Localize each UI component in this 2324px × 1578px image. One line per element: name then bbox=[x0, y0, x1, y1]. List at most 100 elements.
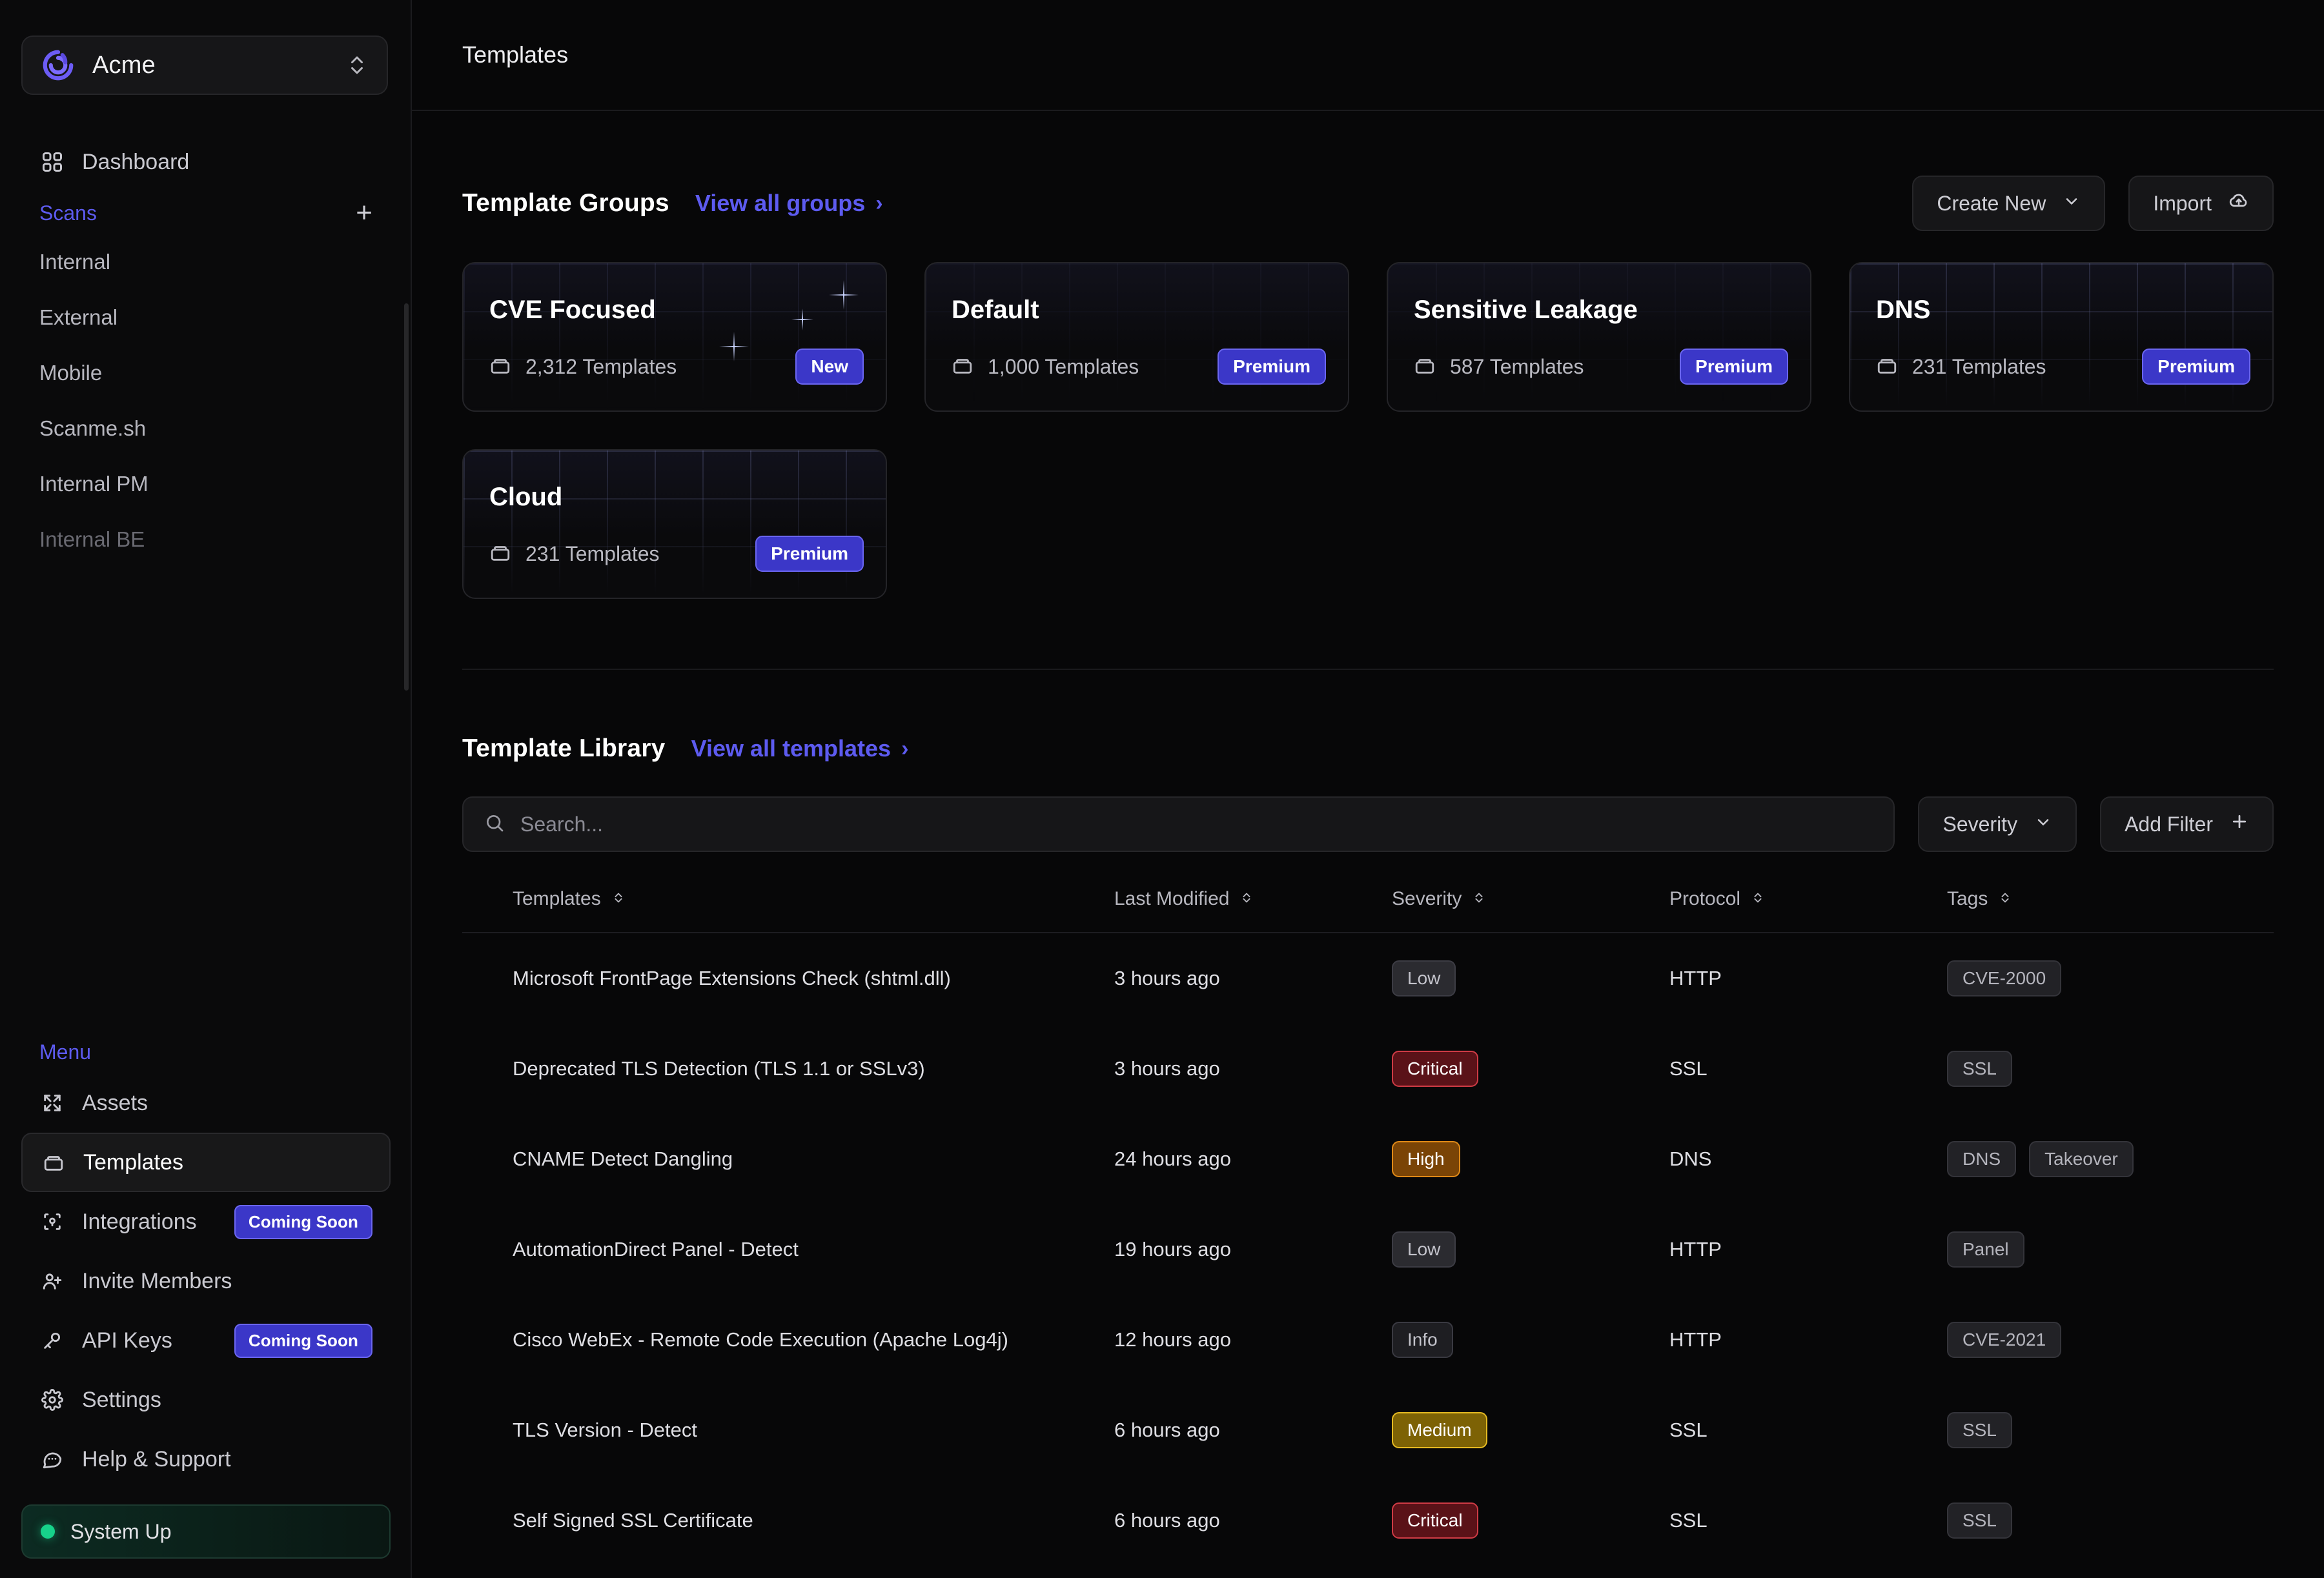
templates-table: Templates Last Modified Severity Protoco… bbox=[462, 888, 2274, 1566]
group-footer: 231 Templates Premium bbox=[1876, 349, 2250, 385]
template-group-card[interactable]: CVE Focused 2,312 Templates New bbox=[462, 262, 887, 412]
group-template-count: 231 Templates bbox=[1912, 354, 2046, 378]
tag-badge[interactable]: Takeover bbox=[2029, 1141, 2134, 1177]
group-name: Cloud bbox=[489, 483, 563, 511]
cell-last-modified: 12 hours ago bbox=[1114, 1328, 1231, 1351]
table-body: Microsoft FrontPage Extensions Check (sh… bbox=[462, 933, 2274, 1566]
sidebar-item-label: Settings bbox=[82, 1387, 161, 1412]
column-header-templates[interactable]: Templates bbox=[462, 888, 1114, 933]
plus-icon[interactable]: + bbox=[356, 199, 372, 227]
cell-severity: Medium bbox=[1392, 1385, 1669, 1475]
org-name: Acme bbox=[92, 51, 156, 79]
scan-label: Internal bbox=[39, 250, 111, 274]
table-row[interactable]: Deprecated TLS Detection (TLS 1.1 or SSL… bbox=[462, 1024, 2274, 1114]
cell-severity: Critical bbox=[1392, 1024, 1669, 1114]
table-row[interactable]: TLS Version - Detect 6 hours ago Medium SSL… bbox=[462, 1385, 2274, 1475]
cell-tags: DNS Takeover bbox=[1947, 1114, 2274, 1204]
import-button[interactable]: Import bbox=[2128, 176, 2274, 231]
sidebar-item-internal-be[interactable]: Internal BE bbox=[21, 512, 391, 567]
status-dot-icon bbox=[41, 1524, 55, 1539]
sidebar-item-help-support[interactable]: Help & Support bbox=[21, 1430, 391, 1489]
view-all-templates-link[interactable]: View all templates › bbox=[691, 735, 909, 762]
column-header-tags[interactable]: Tags bbox=[1947, 888, 2274, 933]
column-label: Protocol bbox=[1669, 888, 1741, 909]
view-all-groups-link[interactable]: View all groups › bbox=[695, 190, 883, 217]
sidebar-item-internal[interactable]: Internal bbox=[21, 234, 391, 290]
sort-icon bbox=[1472, 888, 1486, 910]
group-badge: Premium bbox=[1218, 349, 1326, 385]
sidebar-item-mobile[interactable]: Mobile bbox=[21, 345, 391, 401]
create-new-button[interactable]: Create New bbox=[1912, 176, 2106, 231]
severity-badge: Medium bbox=[1392, 1412, 1487, 1448]
sidebar-item-api-keys[interactable]: API Keys Coming Soon bbox=[21, 1311, 391, 1370]
severity-filter-button[interactable]: Severity bbox=[1918, 796, 2077, 852]
template-library-title: Template Library bbox=[462, 734, 666, 762]
card-grid-pattern bbox=[464, 450, 886, 598]
page-title: Templates bbox=[462, 41, 569, 68]
chat-icon bbox=[39, 1446, 65, 1472]
column-label: Tags bbox=[1947, 888, 1988, 909]
library-filters: Severity Add Filter bbox=[462, 796, 2274, 852]
search-box[interactable] bbox=[462, 796, 1895, 852]
table-row[interactable]: CNAME Detect Dangling 24 hours ago High DNS… bbox=[462, 1114, 2274, 1204]
scan-label: Internal BE bbox=[39, 527, 145, 551]
sidebar-item-assets[interactable]: Assets bbox=[21, 1073, 391, 1133]
table-header: Templates Last Modified Severity Protoco… bbox=[462, 888, 2274, 933]
box-icon bbox=[1414, 354, 1436, 379]
group-template-count: 231 Templates bbox=[525, 541, 660, 565]
cell-tags: Panel bbox=[1947, 1204, 2274, 1295]
sidebar-item-dashboard[interactable]: Dashboard bbox=[21, 132, 391, 192]
sidebar-item-settings[interactable]: Settings bbox=[21, 1370, 391, 1430]
tag-badge[interactable]: CVE-2000 bbox=[1947, 960, 2062, 996]
search-input[interactable] bbox=[520, 812, 1873, 836]
table-row[interactable]: Self Signed SSL Certificate 6 hours ago Cr… bbox=[462, 1475, 2274, 1566]
org-switcher[interactable]: Acme bbox=[21, 35, 388, 95]
box-icon bbox=[489, 541, 511, 567]
tag-badge[interactable]: DNS bbox=[1947, 1141, 2017, 1177]
cell-last-modified: 6 hours ago bbox=[1114, 1509, 1220, 1532]
template-group-card[interactable]: Sensitive Leakage 587 Templates Premium bbox=[1387, 262, 1811, 412]
sidebar-scrollbar[interactable] bbox=[404, 303, 409, 691]
tag-badge[interactable]: CVE-2021 bbox=[1947, 1322, 2062, 1358]
cell-last-modified: 19 hours ago bbox=[1114, 1238, 1231, 1260]
main-content: Templates Template Groups View all group… bbox=[412, 0, 2324, 1578]
view-all-templates-label: View all templates bbox=[691, 735, 892, 762]
template-group-card[interactable]: Cloud 231 Templates Premium bbox=[462, 449, 887, 599]
sparkle-icon bbox=[829, 280, 859, 310]
cell-last-modified: 24 hours ago bbox=[1114, 1148, 1231, 1170]
group-name: Default bbox=[952, 296, 1039, 324]
tag-badge[interactable]: SSL bbox=[1947, 1412, 2012, 1448]
table-row[interactable]: AutomationDirect Panel - Detect 19 hours … bbox=[462, 1204, 2274, 1295]
column-header-last-modified[interactable]: Last Modified bbox=[1114, 888, 1392, 933]
sidebar-item-integrations[interactable]: Integrations Coming Soon bbox=[21, 1192, 391, 1251]
cell-template-name: Microsoft FrontPage Extensions Check (sh… bbox=[513, 967, 951, 989]
content-area: Template Groups View all groups › Create… bbox=[412, 176, 2324, 1566]
chevron-right-icon: › bbox=[901, 736, 909, 761]
sidebar-item-templates[interactable]: Templates bbox=[21, 1133, 391, 1192]
group-footer: 1,000 Templates Premium bbox=[952, 349, 1326, 385]
sidebar-item-label: API Keys bbox=[82, 1328, 172, 1353]
tag-badge[interactable]: Panel bbox=[1947, 1231, 2024, 1268]
add-filter-button[interactable]: Add Filter bbox=[2100, 796, 2274, 852]
template-group-card[interactable]: DNS 231 Templates Premium bbox=[1849, 262, 2274, 412]
sidebar-item-external[interactable]: External bbox=[21, 290, 391, 345]
column-header-protocol[interactable]: Protocol bbox=[1669, 888, 1947, 933]
group-badge: Premium bbox=[2142, 349, 2250, 385]
group-name: DNS bbox=[1876, 296, 1931, 324]
table-row[interactable]: Cisco WebEx - Remote Code Execution (Apa… bbox=[462, 1295, 2274, 1385]
group-badge: Premium bbox=[755, 536, 864, 572]
expand-icon bbox=[39, 1090, 65, 1116]
sidebar-item-internal-pm[interactable]: Internal PM bbox=[21, 456, 391, 512]
tag-badge[interactable]: SSL bbox=[1947, 1051, 2012, 1087]
sidebar-item-invite-members[interactable]: Invite Members bbox=[21, 1251, 391, 1311]
table-row[interactable]: Microsoft FrontPage Extensions Check (sh… bbox=[462, 933, 2274, 1024]
severity-badge: Critical bbox=[1392, 1051, 1478, 1087]
cell-tags: CVE-2000 bbox=[1947, 933, 2274, 1024]
status-badge: Coming Soon bbox=[234, 1204, 372, 1239]
tag-badge[interactable]: SSL bbox=[1947, 1502, 2012, 1539]
sidebar-item-scanme-sh[interactable]: Scanme.sh bbox=[21, 401, 391, 456]
template-group-card[interactable]: Default 1,000 Templates Premium bbox=[924, 262, 1349, 412]
column-header-severity[interactable]: Severity bbox=[1392, 888, 1669, 933]
group-name: Sensitive Leakage bbox=[1414, 296, 1638, 324]
cell-tags: CVE-2021 bbox=[1947, 1295, 2274, 1385]
